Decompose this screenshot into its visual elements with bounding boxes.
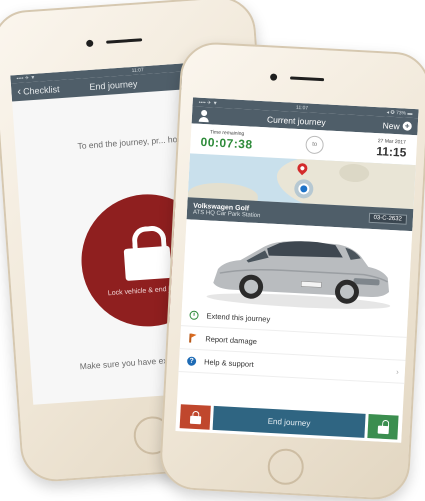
clock-icon xyxy=(189,310,199,320)
front-camera xyxy=(269,73,278,81)
carrier-label: •••• ✈ ▼ xyxy=(198,99,218,107)
front-camera xyxy=(86,39,94,48)
page-title: Current journey xyxy=(266,113,326,127)
back-button-label: Checklist xyxy=(22,84,60,97)
time-remaining-value: 00:07:38 xyxy=(200,134,253,152)
lock-icon xyxy=(189,410,201,424)
plus-icon: + xyxy=(402,121,412,131)
unlock-button[interactable] xyxy=(367,414,399,440)
battery-indicator: ◂ ✪ 73% ▬ xyxy=(386,109,413,117)
unlock-icon xyxy=(377,419,389,434)
license-plate: 03-C-2632 xyxy=(368,212,408,225)
car-image xyxy=(182,219,413,315)
help-icon: ? xyxy=(186,355,197,366)
chevron-left-icon: ‹ xyxy=(17,85,22,99)
lock-button[interactable] xyxy=(179,404,211,430)
new-journey-button[interactable]: New + xyxy=(382,119,412,132)
chevron-right-icon: › xyxy=(395,366,400,377)
journey-menu: Extend this journey Report damage ? Help… xyxy=(178,303,408,384)
menu-item-label: Help & support xyxy=(203,356,254,369)
end-journey-button[interactable]: End journey xyxy=(212,405,366,438)
action-bar: End journey xyxy=(175,401,403,443)
new-button-label: New xyxy=(382,119,400,131)
front-screen: •••• ✈ ▼ 11:07 ◂ ✪ 73% ▬ Current journey… xyxy=(175,97,419,443)
back-button[interactable]: ‹Checklist xyxy=(17,83,60,98)
earpiece-speaker xyxy=(106,38,143,44)
lock-icon xyxy=(122,224,172,281)
to-indicator: to xyxy=(305,135,325,155)
status-time: 11:07 xyxy=(131,67,144,75)
end-time-value: 11:15 xyxy=(375,144,407,160)
status-time: 11:07 xyxy=(295,104,309,111)
page-title: End journey xyxy=(89,78,138,93)
earpiece-speaker xyxy=(290,76,325,82)
menu-item-label: Extend this journey xyxy=(206,310,271,324)
home-button[interactable] xyxy=(266,447,305,486)
front-phone: •••• ✈ ▼ 11:07 ◂ ✪ 73% ▬ Current journey… xyxy=(158,40,425,501)
menu-item-label: Report damage xyxy=(205,333,258,346)
profile-icon[interactable] xyxy=(198,109,211,122)
flag-icon xyxy=(188,333,197,342)
car-illustration xyxy=(206,241,391,309)
